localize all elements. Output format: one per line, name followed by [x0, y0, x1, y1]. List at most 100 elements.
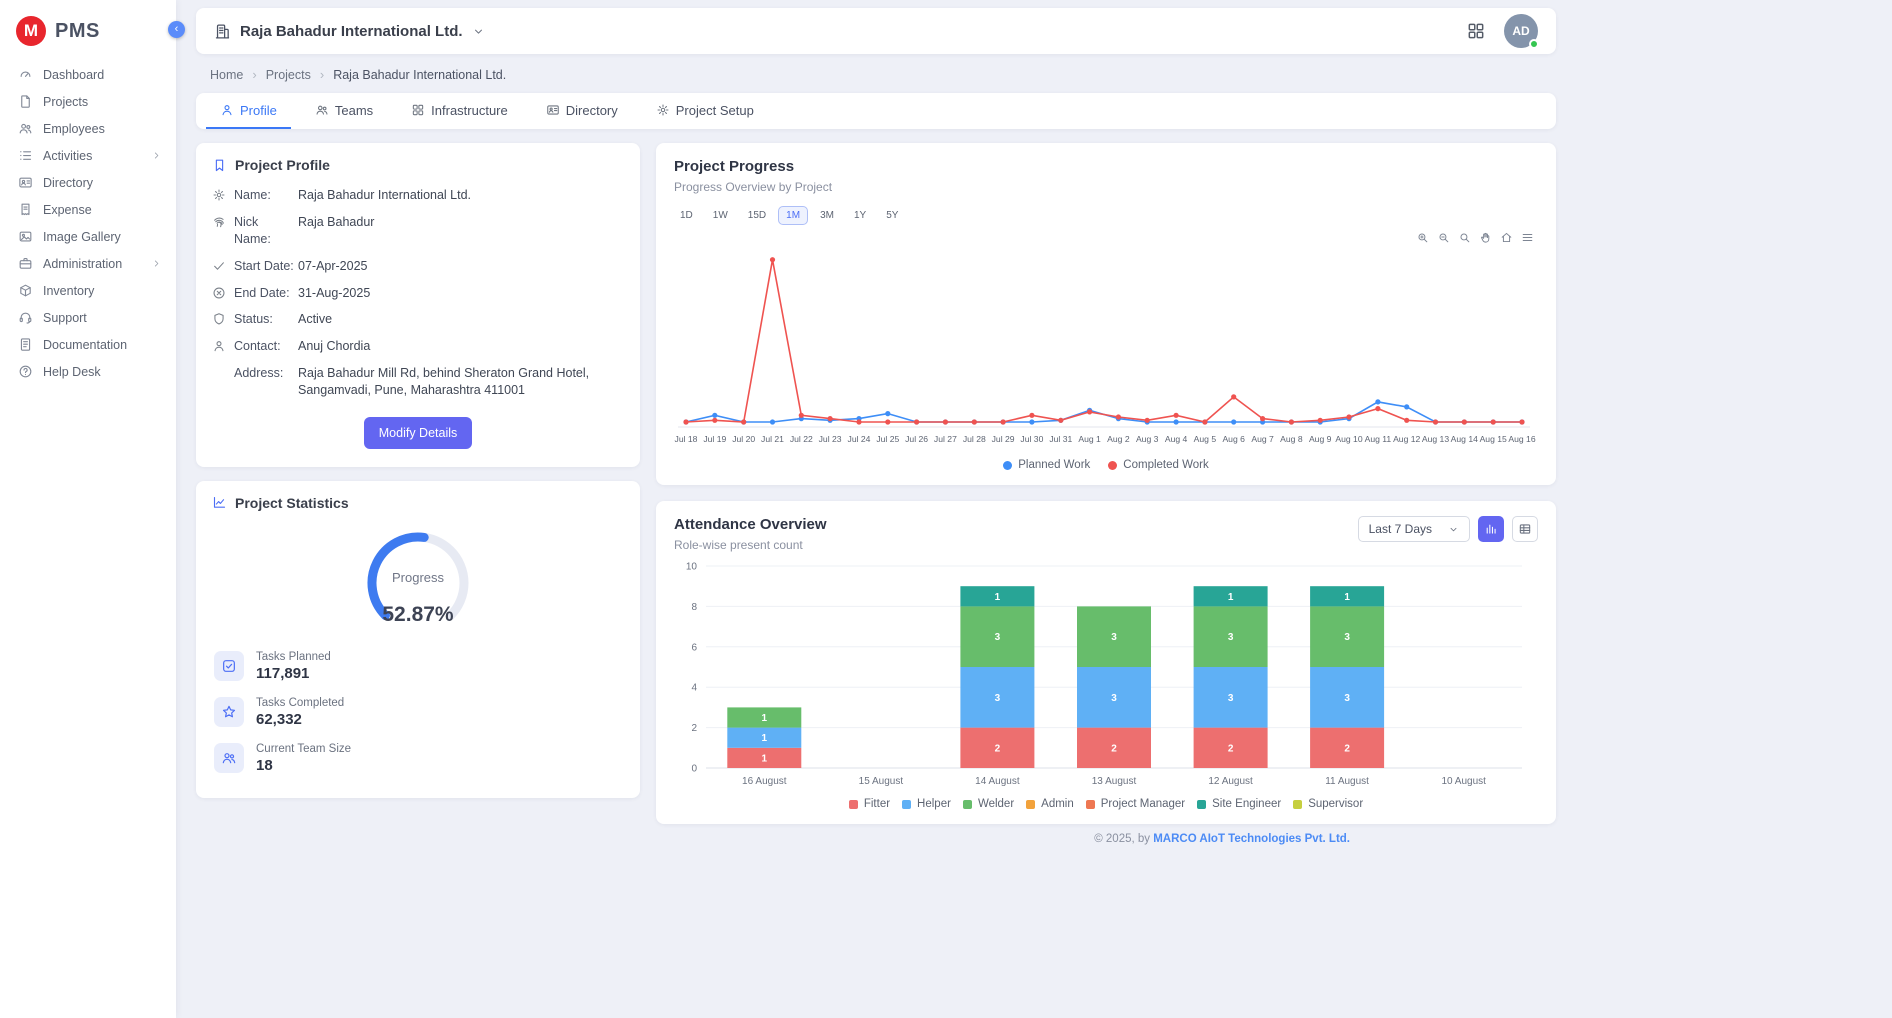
- field-label: Contact:: [234, 338, 298, 355]
- zoom-in-icon[interactable]: [1416, 231, 1429, 244]
- range-button-5y[interactable]: 5Y: [878, 206, 906, 225]
- building-icon: [214, 23, 231, 40]
- breadcrumb-item[interactable]: Projects: [266, 68, 311, 82]
- avatar-initials: AD: [1512, 24, 1529, 38]
- sidebar-item-image-gallery[interactable]: Image Gallery: [0, 223, 176, 250]
- tab-infrastructure[interactable]: Infrastructure: [397, 93, 522, 129]
- dashboard-icon: [18, 67, 33, 82]
- stat-texts: Current Team Size18: [256, 743, 351, 774]
- legend-item-site-engineer[interactable]: Site Engineer: [1197, 798, 1281, 810]
- svg-text:3: 3: [1344, 693, 1350, 704]
- user-avatar[interactable]: AD: [1504, 14, 1538, 48]
- table-view-button[interactable]: [1512, 516, 1538, 542]
- online-status-dot: [1529, 39, 1539, 49]
- chevron-right-icon: [151, 258, 162, 269]
- progress-card-subtitle: Progress Overview by Project: [674, 180, 1538, 194]
- attendance-card-subtitle: Role-wise present count: [674, 538, 827, 552]
- breadcrumb-item[interactable]: Home: [210, 68, 243, 82]
- svg-text:11 August: 11 August: [1325, 776, 1369, 787]
- range-button-3m[interactable]: 3M: [812, 206, 842, 225]
- legend-item-welder[interactable]: Welder: [963, 798, 1014, 810]
- sidebar: M PMS DashboardProjectsEmployeesActiviti…: [0, 0, 176, 1018]
- svg-text:3: 3: [1228, 693, 1234, 704]
- profile-field: Status:Active: [212, 311, 626, 328]
- gear-icon: [656, 103, 670, 117]
- shield-icon: [212, 312, 226, 326]
- field-label: Nick Name:: [234, 214, 298, 248]
- chevron-down-icon: [1448, 524, 1459, 535]
- range-button-1m[interactable]: 1M: [778, 206, 808, 225]
- sidebar-item-inventory[interactable]: Inventory: [0, 277, 176, 304]
- legend-item-project-manager[interactable]: Project Manager: [1086, 798, 1185, 810]
- modify-details-button[interactable]: Modify Details: [364, 417, 473, 449]
- company-selector[interactable]: Raja Bahadur International Ltd.: [214, 23, 485, 40]
- sidebar-item-dashboard[interactable]: Dashboard: [0, 61, 176, 88]
- legend-item-completed-work[interactable]: Completed Work: [1108, 459, 1208, 471]
- legend-swatch: [1293, 800, 1302, 809]
- legend-item-admin[interactable]: Admin: [1026, 798, 1074, 810]
- time-range-buttons: 1D1W15D1M3M1Y5Y: [656, 194, 1556, 225]
- bar-chart-view-button[interactable]: [1478, 516, 1504, 542]
- profile-fields: Name:Raja Bahadur International Ltd.Nick…: [196, 185, 640, 405]
- stat-icon-box: [214, 651, 244, 681]
- home-icon[interactable]: [1500, 231, 1513, 244]
- zoom-select-icon[interactable]: [1458, 231, 1471, 244]
- legend-item-planned-work[interactable]: Planned Work: [1003, 459, 1090, 471]
- legend-label: Completed Work: [1123, 459, 1208, 471]
- svg-text:Aug 5: Aug 5: [1194, 434, 1217, 444]
- svg-text:Aug 13: Aug 13: [1422, 434, 1449, 444]
- sidebar-collapse-button[interactable]: ‹: [168, 21, 185, 38]
- sidebar-item-expense[interactable]: Expense: [0, 196, 176, 223]
- svg-text:8: 8: [691, 602, 697, 613]
- progress-chart-legend: Planned Work Completed Work: [656, 455, 1556, 485]
- sidebar-item-directory[interactable]: Directory: [0, 169, 176, 196]
- stat-label: Tasks Completed: [256, 697, 344, 709]
- sidebar-item-administration[interactable]: Administration: [0, 250, 176, 277]
- footer-link[interactable]: MARCO AIoT Technologies Pvt. Ltd.: [1153, 833, 1350, 845]
- range-button-1d[interactable]: 1D: [672, 206, 701, 225]
- sidebar-item-support[interactable]: Support: [0, 304, 176, 331]
- field-label: Name:: [234, 187, 298, 204]
- svg-text:12 August: 12 August: [1208, 776, 1253, 787]
- zoom-out-icon[interactable]: [1437, 231, 1450, 244]
- sidebar-item-employees[interactable]: Employees: [0, 115, 176, 142]
- svg-text:Aug 15: Aug 15: [1480, 434, 1507, 444]
- tab-teams[interactable]: Teams: [301, 93, 387, 129]
- legend-label: Welder: [978, 798, 1014, 810]
- svg-text:52.87%: 52.87%: [382, 603, 454, 626]
- legend-item-supervisor[interactable]: Supervisor: [1293, 798, 1363, 810]
- svg-text:Aug 10: Aug 10: [1335, 434, 1362, 444]
- attendance-card-title: Attendance Overview: [674, 516, 827, 533]
- tab-profile[interactable]: Profile: [206, 93, 291, 129]
- legend-swatch: [1086, 800, 1095, 809]
- tab-project-setup[interactable]: Project Setup: [642, 93, 768, 129]
- legend-item-fitter[interactable]: Fitter: [849, 798, 890, 810]
- svg-text:1: 1: [1344, 592, 1350, 603]
- date-range-select[interactable]: Last 7 Days: [1358, 516, 1470, 542]
- app-logo[interactable]: M PMS: [0, 14, 176, 61]
- attendance-chart: 024681016 August11115 August14 August233…: [668, 554, 1544, 794]
- directory-icon: [18, 175, 33, 190]
- sidebar-item-projects[interactable]: Projects: [0, 88, 176, 115]
- legend-item-helper[interactable]: Helper: [902, 798, 951, 810]
- range-button-1w[interactable]: 1W: [705, 206, 736, 225]
- range-button-1y[interactable]: 1Y: [846, 206, 874, 225]
- sidebar-item-help-desk[interactable]: Help Desk: [0, 358, 176, 385]
- documentation-icon: [18, 337, 33, 352]
- svg-text:3: 3: [1111, 632, 1117, 643]
- sidebar-item-documentation[interactable]: Documentation: [0, 331, 176, 358]
- fingerprint-icon: [212, 215, 226, 229]
- range-button-15d[interactable]: 15D: [740, 206, 774, 225]
- profile-card-title: Project Profile: [235, 157, 330, 173]
- tab-label: Infrastructure: [431, 103, 508, 118]
- pan-icon[interactable]: [1479, 231, 1492, 244]
- chevron-right-icon: [151, 150, 162, 161]
- tab-directory[interactable]: Directory: [532, 93, 632, 129]
- gallery-icon: [18, 229, 33, 244]
- apps-grid-icon[interactable]: [1466, 21, 1486, 41]
- inventory-icon: [18, 283, 33, 298]
- sidebar-item-activities[interactable]: Activities: [0, 142, 176, 169]
- project-statistics-card: Project Statistics Progress52.87% Tasks …: [196, 481, 640, 798]
- stat-row: Tasks Completed62,332: [214, 697, 622, 728]
- menu-icon[interactable]: [1521, 231, 1534, 244]
